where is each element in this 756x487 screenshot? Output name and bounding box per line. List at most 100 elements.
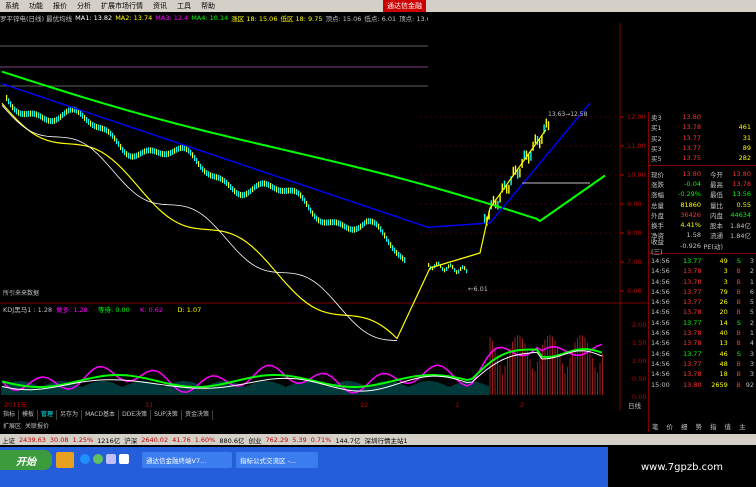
sub-tab-item[interactable]: 扩展区 — [3, 421, 21, 431]
stat-label: 涨幅 — [651, 191, 664, 200]
menu-item[interactable]: 功能 — [24, 1, 48, 11]
trade-volume: 79 — [719, 287, 728, 296]
candle — [452, 264, 454, 269]
candle — [120, 144, 122, 151]
window-icon[interactable] — [119, 454, 129, 464]
candle — [340, 221, 342, 228]
stat-label: 收益(三) — [651, 237, 664, 256]
chart-area[interactable]: 12.0011.0010.009.008.007.006.002.001.501… — [0, 23, 648, 411]
candle — [288, 187, 290, 194]
candle — [312, 210, 314, 217]
candle — [274, 185, 276, 192]
candle — [300, 192, 302, 199]
y-tick-label: 7.00 — [627, 258, 641, 266]
trade-time: 14:56 — [651, 287, 670, 296]
period-label[interactable]: 日线 — [628, 400, 641, 410]
ticker-item: 深圳行情主站1 — [364, 436, 408, 445]
sub-tab-item[interactable]: 关联报价 — [25, 421, 49, 431]
candle — [348, 225, 350, 232]
trade-volume: 48 — [719, 359, 728, 368]
tab-item[interactable]: MACD基本 — [82, 410, 120, 420]
candle — [230, 184, 232, 191]
quote-tab[interactable]: 笔 — [648, 421, 663, 431]
quote-tab[interactable]: 细 — [677, 421, 692, 431]
menu-item[interactable]: 资讯 — [148, 1, 172, 11]
quote-tab[interactable]: 指 — [706, 421, 721, 431]
candle — [122, 146, 124, 153]
tab-item[interactable]: 资金决策 — [182, 410, 213, 420]
order-label: 卖3 — [651, 114, 662, 123]
taskbar-item-forum[interactable]: 指标公式交流区 -... — [236, 452, 318, 468]
stat-label: 涨跌 — [651, 180, 664, 189]
trade-time: 14:56 — [651, 339, 670, 348]
menu-item[interactable]: 分析 — [72, 1, 96, 11]
browser-icon[interactable] — [80, 454, 90, 464]
candle — [364, 220, 366, 227]
candle — [84, 114, 86, 121]
candle — [266, 181, 268, 188]
candle — [400, 253, 402, 260]
trade-count: 1 — [749, 329, 754, 338]
menu-item[interactable]: 工具 — [172, 1, 196, 11]
quote-tab[interactable]: 价 — [663, 421, 678, 431]
trade-time: 14:56 — [651, 257, 670, 265]
media-icon[interactable] — [93, 454, 103, 464]
candle — [268, 181, 270, 188]
candle — [136, 152, 138, 159]
candle — [202, 166, 204, 173]
candle — [118, 141, 120, 148]
candle — [90, 120, 92, 127]
candle — [54, 117, 56, 124]
candle — [8, 98, 10, 105]
market-ticker: 上证 2439.63 30.08 1.25% 1216亿 沪深 2640.02 41.76 1.… — [0, 434, 756, 445]
quote-tab[interactable]: 势 — [692, 421, 707, 431]
candle — [446, 266, 448, 271]
candle — [332, 219, 334, 226]
candle — [284, 187, 286, 194]
legend-item: MA1: 13.82 — [75, 13, 113, 22]
quicklaunch-icon[interactable] — [56, 452, 74, 468]
tab-item[interactable]: 指标 — [0, 410, 20, 420]
start-button[interactable]: 开始 — [0, 450, 52, 470]
x-tick-label: 11 — [145, 401, 153, 409]
kdj-legend-item: 等待: 0.00 — [98, 305, 130, 314]
tab-item[interactable]: 另存为 — [57, 410, 83, 420]
candle — [60, 113, 62, 120]
candle — [168, 150, 170, 157]
candle — [448, 264, 450, 269]
candle — [166, 151, 168, 158]
candle — [334, 219, 336, 226]
candle — [290, 187, 292, 194]
candle — [358, 225, 360, 232]
legend-item: MA2: 13.74 — [115, 13, 153, 22]
candle — [56, 116, 58, 123]
quote-tab[interactable]: 值 — [721, 421, 736, 431]
candle — [98, 124, 100, 131]
trade-count: 92 — [745, 380, 754, 389]
tab-item[interactable]: SUP决策 — [151, 410, 182, 420]
candle — [256, 182, 258, 189]
menu-item[interactable]: 帮助 — [196, 1, 220, 11]
candle — [50, 118, 52, 125]
menu-item[interactable]: 报价 — [48, 1, 72, 11]
trade-price: 13.78 — [682, 308, 702, 317]
candle — [20, 110, 22, 117]
menu-item[interactable]: 扩展市场行情 — [96, 1, 148, 11]
candle — [528, 154, 530, 164]
stat-label: 股本 — [710, 222, 723, 231]
trade-time: 14:56 — [651, 370, 670, 379]
candle — [52, 118, 54, 125]
tab-item[interactable]: 管理 — [38, 410, 58, 420]
desktop-icon[interactable] — [106, 454, 116, 464]
ticker-item: 2640.02 — [141, 435, 169, 444]
sub-tabs: 扩展区 关联报价 — [0, 421, 49, 431]
candle — [10, 101, 12, 108]
candle — [322, 219, 324, 226]
candle — [206, 170, 208, 177]
quote-tab[interactable]: 主 — [735, 421, 750, 431]
tab-item[interactable]: 模板 — [19, 410, 39, 420]
menu-item[interactable]: 系统 — [0, 1, 24, 11]
taskbar-item-tdx[interactable]: 通达信金融终端V7... — [142, 452, 232, 468]
candle — [444, 268, 446, 273]
tab-item[interactable]: DDE决策 — [119, 410, 152, 420]
